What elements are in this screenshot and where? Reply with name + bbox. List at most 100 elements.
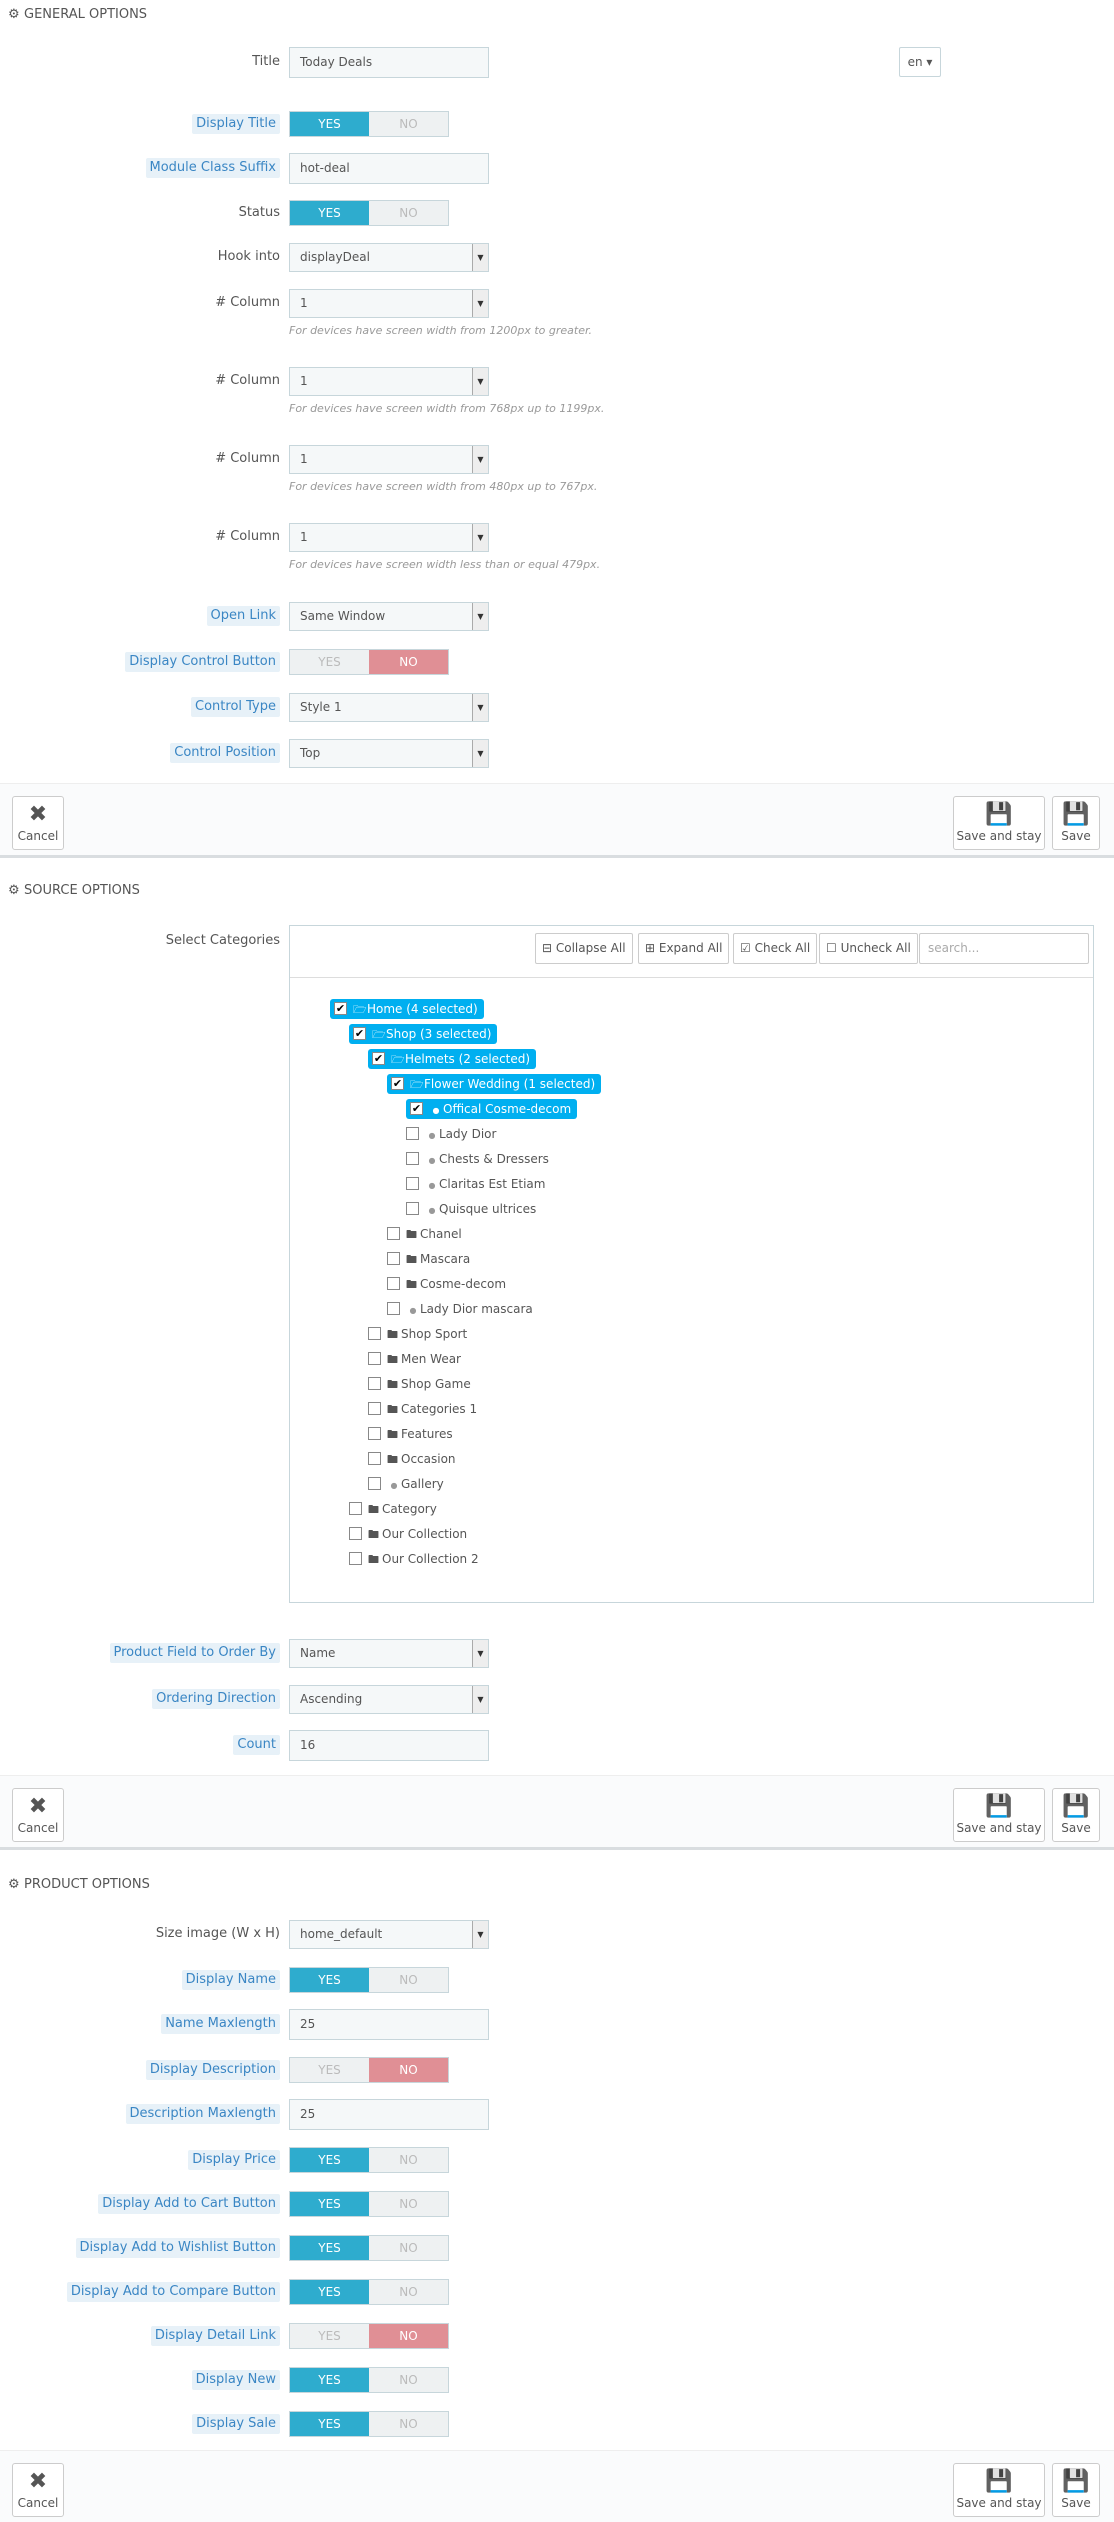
checkbox[interactable]	[368, 1452, 381, 1465]
checkbox-checked[interactable]: ✔	[410, 1102, 423, 1115]
save-button[interactable]: 💾 Save	[1052, 2463, 1100, 2517]
switch-yes[interactable]: YES	[290, 2324, 369, 2348]
switch-yes[interactable]: YES	[290, 2192, 369, 2216]
checkbox[interactable]	[387, 1252, 400, 1265]
switch-no[interactable]: NO	[369, 2368, 448, 2392]
display-title-switch[interactable]: YES NO	[289, 111, 449, 137]
save-and-stay-button[interactable]: 💾 Save and stay	[953, 796, 1045, 850]
switch-yes[interactable]: YES	[290, 112, 369, 136]
checkbox-checked[interactable]: ✔	[353, 1027, 366, 1040]
checkbox[interactable]	[368, 1477, 381, 1490]
display-detail-link-switch[interactable]: YES NO	[289, 2323, 449, 2349]
checkbox[interactable]	[406, 1127, 419, 1140]
checkbox[interactable]	[406, 1202, 419, 1215]
switch-no[interactable]: NO	[369, 112, 448, 136]
count-input[interactable]: 16	[289, 1730, 489, 1761]
tree-node[interactable]: ● Quisque ultrices	[406, 1199, 536, 1219]
cancel-button[interactable]: ✖ Cancel	[12, 1788, 64, 1842]
switch-no[interactable]: NO	[369, 2192, 448, 2216]
description-maxlength-input[interactable]: 25	[289, 2099, 489, 2130]
status-switch[interactable]: YES NO	[289, 200, 449, 226]
control-type-select[interactable]: Style 1 ▼	[289, 693, 489, 722]
uncheck-all-button[interactable]: ☐ Uncheck All	[819, 933, 918, 964]
tree-node[interactable]: 🖿 Occasion	[368, 1449, 456, 1469]
column-lg-select[interactable]: 1 ▼	[289, 289, 489, 318]
tree-node[interactable]: 🖿 Chanel	[387, 1224, 462, 1244]
switch-yes[interactable]: YES	[290, 2280, 369, 2304]
save-and-stay-button[interactable]: 💾 Save and stay	[953, 1788, 1045, 1842]
switch-no[interactable]: NO	[369, 2412, 448, 2436]
cancel-button[interactable]: ✖ Cancel	[12, 2463, 64, 2517]
save-button[interactable]: 💾 Save	[1052, 1788, 1100, 1842]
cancel-button[interactable]: ✖ Cancel	[12, 796, 64, 850]
switch-yes[interactable]: YES	[290, 2412, 369, 2436]
checkbox[interactable]	[387, 1277, 400, 1290]
tree-node[interactable]: ● Claritas Est Etiam	[406, 1174, 545, 1194]
tree-node[interactable]: ● Lady Dior	[406, 1124, 496, 1144]
checkbox[interactable]	[368, 1402, 381, 1415]
tree-node[interactable]: ● Chests & Dressers	[406, 1149, 549, 1169]
display-add-to-cart-switch[interactable]: YES NO	[289, 2191, 449, 2217]
open-link-select[interactable]: Same Window ▼	[289, 602, 489, 631]
checkbox[interactable]	[349, 1502, 362, 1515]
size-image-select[interactable]: home_default ▼	[289, 1920, 489, 1949]
display-name-switch[interactable]: YES NO	[289, 1967, 449, 1993]
tree-node[interactable]: 🖿 Shop Game	[368, 1374, 471, 1394]
name-maxlength-input[interactable]: 25	[289, 2009, 489, 2040]
language-dropdown[interactable]: en ▾	[899, 47, 941, 77]
display-new-switch[interactable]: YES NO	[289, 2367, 449, 2393]
column-md-select[interactable]: 1 ▼	[289, 367, 489, 396]
checkbox[interactable]	[387, 1302, 400, 1315]
check-all-button[interactable]: ☑ Check All	[733, 933, 818, 964]
tree-node[interactable]: 🖿 Mascara	[387, 1249, 470, 1269]
checkbox[interactable]	[406, 1152, 419, 1165]
collapse-all-button[interactable]: ⊟ Collapse All	[535, 933, 633, 964]
switch-no[interactable]: NO	[369, 650, 448, 674]
order-by-select[interactable]: Name ▼	[289, 1639, 489, 1668]
switch-no[interactable]: NO	[369, 2236, 448, 2260]
switch-no[interactable]: NO	[369, 2058, 448, 2082]
switch-yes[interactable]: YES	[290, 2148, 369, 2172]
ordering-direction-select[interactable]: Ascending ▼	[289, 1685, 489, 1714]
tree-node[interactable]: ✔ 🗁Home (4 selected)	[330, 999, 484, 1019]
tree-node[interactable]: 🖿 Men Wear	[368, 1349, 461, 1369]
tree-node[interactable]: ● Gallery	[368, 1474, 444, 1494]
save-and-stay-button[interactable]: 💾 Save and stay	[953, 2463, 1045, 2517]
checkbox[interactable]	[349, 1527, 362, 1540]
display-add-to-compare-switch[interactable]: YES NO	[289, 2279, 449, 2305]
switch-no[interactable]: NO	[369, 2148, 448, 2172]
column-sm-select[interactable]: 1 ▼	[289, 445, 489, 474]
display-description-switch[interactable]: YES NO	[289, 2057, 449, 2083]
tree-node[interactable]: ✔ 🗁Helmets (2 selected)	[368, 1049, 537, 1069]
checkbox[interactable]	[368, 1427, 381, 1440]
module-class-input[interactable]: hot-deal	[289, 153, 489, 184]
tree-node[interactable]: ✔ 🗁Shop (3 selected)	[349, 1024, 498, 1044]
tree-node[interactable]: ● Lady Dior mascara	[387, 1299, 533, 1319]
switch-yes[interactable]: YES	[290, 650, 369, 674]
display-sale-switch[interactable]: YES NO	[289, 2411, 449, 2437]
control-position-select[interactable]: Top ▼	[289, 739, 489, 768]
switch-yes[interactable]: YES	[290, 2368, 369, 2392]
switch-yes[interactable]: YES	[290, 201, 369, 225]
switch-yes[interactable]: YES	[290, 2236, 369, 2260]
switch-yes[interactable]: YES	[290, 1968, 369, 1992]
switch-no[interactable]: NO	[369, 2324, 448, 2348]
tree-node[interactable]: 🖿 Our Collection 2	[349, 1549, 479, 1569]
checkbox[interactable]	[368, 1377, 381, 1390]
checkbox[interactable]	[368, 1327, 381, 1340]
switch-no[interactable]: NO	[369, 1968, 448, 1992]
checkbox[interactable]	[406, 1177, 419, 1190]
checkbox-checked[interactable]: ✔	[391, 1077, 404, 1090]
tree-node[interactable]: ✔ ● Offical Cosme-decom	[406, 1099, 578, 1119]
checkbox-checked[interactable]: ✔	[334, 1002, 347, 1015]
switch-yes[interactable]: YES	[290, 2058, 369, 2082]
title-input[interactable]: Today Deals	[289, 47, 489, 78]
save-button[interactable]: 💾 Save	[1052, 796, 1100, 850]
column-xs-select[interactable]: 1 ▼	[289, 523, 489, 552]
tree-node[interactable]: 🖿 Our Collection	[349, 1524, 467, 1544]
checkbox[interactable]	[387, 1227, 400, 1240]
tree-node[interactable]: 🖿 Features	[368, 1424, 453, 1444]
checkbox-checked[interactable]: ✔	[372, 1052, 385, 1065]
display-control-switch[interactable]: YES NO	[289, 649, 449, 675]
tree-search-input[interactable]: search...	[919, 933, 1089, 964]
